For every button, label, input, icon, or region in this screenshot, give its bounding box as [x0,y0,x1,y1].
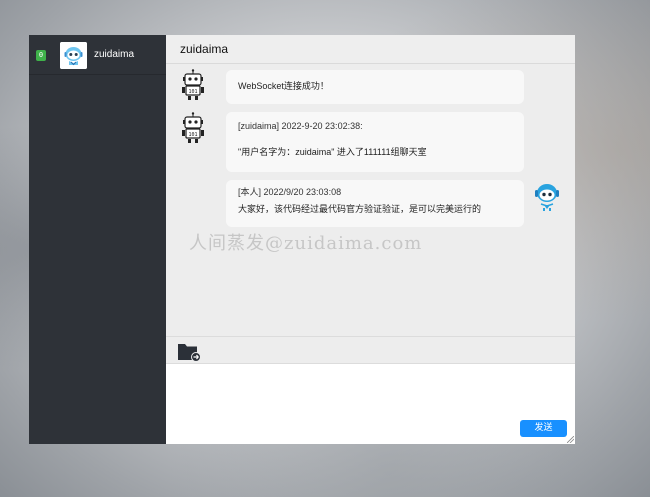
message-input[interactable] [166,364,575,444]
robot-icon: 101 [180,112,206,144]
watermark-text: 人间蒸发@zuidaima.com [189,233,423,254]
message-text: WebSocket连接成功！ [238,81,329,91]
composer: 发送 [166,364,575,444]
chat-title: zuidaima [180,42,229,56]
message-meta: [zuidaima] 2022-9-20 23:02:38: [238,121,363,131]
self-avatar-icon [532,180,562,212]
folder-upload-icon[interactable] [177,342,201,362]
contact-name: zuidaima [94,49,135,60]
contact-sidebar: 0 zuidaima [29,35,166,444]
svg-text:101: 101 [188,132,197,138]
robot-avatar-icon [60,42,87,69]
message-meta: [本人] 2022/9/20 23:03:08 [238,187,342,197]
message-bubble: WebSocket连接成功！ [226,70,524,104]
composer-toolbar [166,336,575,364]
message-bubble: [本人] 2022/9/20 23:03:08 大家好，该代码经过最代码官方验证… [226,180,524,227]
chat-header: zuidaima [166,35,575,64]
message-text: "用户名字为：zuidaima" 进入了111111组聊天室 [238,147,427,157]
message-text: 大家好，该代码经过最代码官方验证验证，是可以完美运行的 [238,204,482,214]
send-button[interactable]: 发送 [520,420,567,437]
svg-text:101: 101 [188,89,197,95]
contact-item[interactable]: 0 zuidaima [29,35,166,75]
message-list[interactable]: 101 WebSocket连接成功！ 101 [zuidaima] 2022-9… [166,64,575,336]
robot-icon: 101 [180,69,206,101]
resize-grip-icon[interactable] [567,436,574,443]
message-bubble: [zuidaima] 2022-9-20 23:02:38: "用户名字为：zu… [226,112,524,172]
unread-badge: 0 [36,50,46,61]
